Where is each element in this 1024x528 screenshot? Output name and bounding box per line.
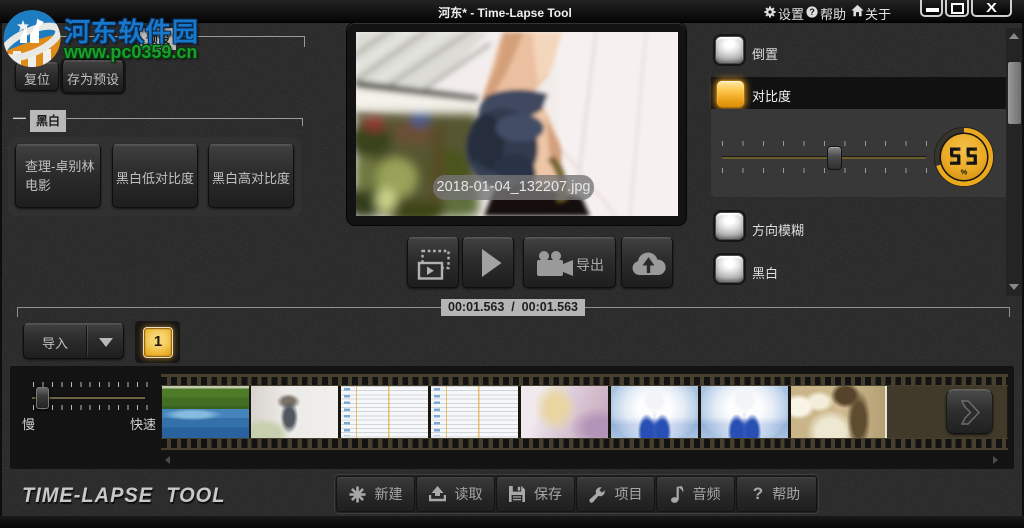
svg-text:%: % [961, 168, 968, 177]
svg-text:?: ? [809, 7, 814, 17]
